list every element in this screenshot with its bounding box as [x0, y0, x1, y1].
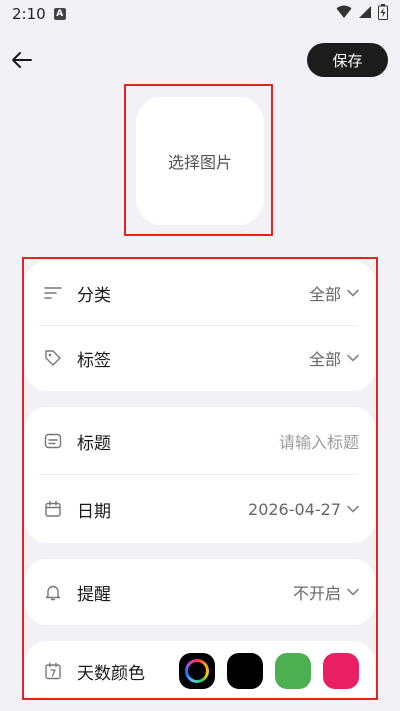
status-icons: [336, 4, 388, 24]
wifi-icon: [336, 5, 352, 23]
image-picker-button[interactable]: 选择图片: [136, 97, 264, 225]
battery-icon: [378, 4, 388, 24]
form-highlight: [22, 257, 378, 700]
status-bar: 2:10 A: [0, 0, 400, 28]
save-button[interactable]: 保存: [307, 43, 388, 77]
back-button[interactable]: [8, 46, 36, 74]
status-time: 2:10: [12, 5, 46, 23]
notification-icon: A: [53, 8, 66, 20]
signal-icon: [358, 5, 372, 23]
arrow-left-icon: [12, 52, 32, 68]
image-picker-label: 选择图片: [167, 153, 232, 172]
